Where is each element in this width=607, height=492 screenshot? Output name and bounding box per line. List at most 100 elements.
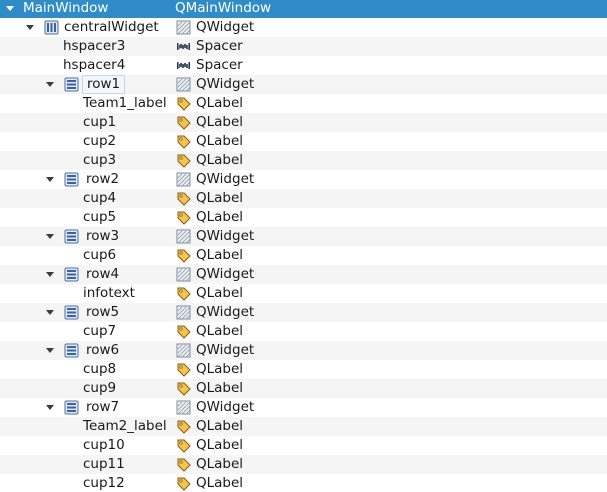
object-class: QWidget: [196, 266, 255, 282]
tree-row-row7[interactable]: row7 QWidget: [0, 398, 607, 417]
tree-row-hspacer4[interactable]: hspacer4 Spacer: [0, 56, 607, 75]
object-name: hspacer3: [63, 38, 126, 54]
label-icon: [176, 457, 191, 472]
form-layout-icon: [64, 77, 79, 92]
tree-row-row3[interactable]: row3 QWidget: [0, 227, 607, 246]
spacer-icon: [176, 39, 191, 54]
object-class: QLabel: [196, 285, 244, 301]
tree-row-cup9[interactable]: cup9 QLabel: [0, 379, 607, 398]
object-name: cup8: [83, 361, 117, 377]
object-class: QWidget: [196, 228, 255, 244]
object-name: row4: [86, 266, 120, 282]
form-layout-icon: [64, 400, 79, 415]
object-class: Spacer: [196, 38, 243, 54]
widget-icon: [176, 343, 191, 358]
collapse-arrow-icon[interactable]: [25, 18, 37, 37]
widget-icon: [176, 400, 191, 415]
collapse-arrow-icon[interactable]: [45, 341, 57, 360]
collapse-arrow-icon[interactable]: [5, 0, 17, 18]
tree-row-Team1_label[interactable]: Team1_label QLabel: [0, 94, 607, 113]
object-name: cup9: [83, 380, 117, 396]
label-icon: [176, 134, 191, 149]
object-class: QMainWindow: [175, 0, 272, 16]
object-inspector-tree[interactable]: MainWindow QMainWindow centralWidget QWid…: [0, 0, 607, 492]
object-class: QLabel: [196, 95, 244, 111]
label-icon: [176, 438, 191, 453]
object-name: cup12: [83, 475, 125, 491]
object-name: cup6: [83, 247, 117, 263]
object-class: QWidget: [196, 304, 255, 320]
object-name: cup11: [83, 456, 125, 472]
tree-row-centralWidget[interactable]: centralWidget QWidget: [0, 18, 607, 37]
object-class: QLabel: [196, 380, 244, 396]
object-class: QLabel: [196, 437, 244, 453]
tree-row-cup2[interactable]: cup2 QLabel: [0, 132, 607, 151]
object-class: QLabel: [196, 247, 244, 263]
collapse-arrow-icon[interactable]: [45, 265, 57, 284]
object-name: centralWidget: [64, 19, 159, 35]
collapse-arrow-icon[interactable]: [45, 170, 57, 189]
object-name: cup1: [83, 114, 117, 130]
tree-row-cup7[interactable]: cup7 QLabel: [0, 322, 607, 341]
tree-row-row4[interactable]: row4 QWidget: [0, 265, 607, 284]
tree-header-row[interactable]: MainWindow QMainWindow: [0, 0, 607, 18]
label-icon: [176, 362, 191, 377]
form-layout-icon: [64, 172, 79, 187]
tree-row-cup1[interactable]: cup1 QLabel: [0, 113, 607, 132]
tree-row-cup5[interactable]: cup5 QLabel: [0, 208, 607, 227]
object-class: QLabel: [196, 323, 244, 339]
collapse-arrow-icon[interactable]: [45, 75, 57, 94]
widget-icon: [176, 77, 191, 92]
tree-row-row2[interactable]: row2 QWidget: [0, 170, 607, 189]
object-name: cup5: [83, 209, 117, 225]
object-class: QLabel: [196, 456, 244, 472]
object-name: MainWindow: [23, 0, 109, 16]
object-name: row2: [86, 171, 120, 187]
tree-row-row6[interactable]: row6 QWidget: [0, 341, 607, 360]
tree-row-Team2_label[interactable]: Team2_label QLabel: [0, 417, 607, 436]
tree-row-hspacer3[interactable]: hspacer3 Spacer: [0, 37, 607, 56]
collapse-arrow-icon[interactable]: [45, 303, 57, 322]
tree-row-cup12[interactable]: cup12 QLabel: [0, 474, 607, 492]
object-name: cup4: [83, 190, 117, 206]
label-icon: [176, 115, 191, 130]
tree-row-row1[interactable]: row1 QWidget: [0, 75, 607, 94]
object-class: Spacer: [196, 57, 243, 73]
object-name: Team2_label: [83, 418, 167, 434]
form-layout-icon: [64, 305, 79, 320]
label-icon: [176, 476, 191, 491]
tree-row-cup3[interactable]: cup3 QLabel: [0, 151, 607, 170]
tree-row-row5[interactable]: row5 QWidget: [0, 303, 607, 322]
tree-row-cup8[interactable]: cup8 QLabel: [0, 360, 607, 379]
object-name: cup3: [83, 152, 117, 168]
object-name: Team1_label: [83, 95, 167, 111]
object-name: hspacer4: [63, 57, 126, 73]
spacer-icon: [176, 58, 191, 73]
widget-icon: [176, 305, 191, 320]
widget-icon: [176, 20, 191, 35]
object-class: QWidget: [196, 342, 255, 358]
object-class: QWidget: [196, 19, 255, 35]
tree-row-cup10[interactable]: cup10 QLabel: [0, 436, 607, 455]
label-icon: [176, 153, 191, 168]
object-name: cup2: [83, 133, 117, 149]
object-class: QWidget: [196, 399, 255, 415]
collapse-arrow-icon[interactable]: [45, 398, 57, 417]
tree-row-cup6[interactable]: cup6 QLabel: [0, 246, 607, 265]
tree-row-infotext[interactable]: infotext QLabel: [0, 284, 607, 303]
object-class: QLabel: [196, 152, 244, 168]
object-class: QWidget: [196, 171, 255, 187]
object-class: QLabel: [196, 133, 244, 149]
object-class: QLabel: [196, 418, 244, 434]
tree-row-cup11[interactable]: cup11 QLabel: [0, 455, 607, 474]
object-class: QLabel: [196, 209, 244, 225]
label-icon: [176, 381, 191, 396]
form-layout-icon: [64, 267, 79, 282]
label-icon: [176, 324, 191, 339]
object-class: QLabel: [196, 475, 244, 491]
object-name: cup7: [83, 323, 117, 339]
collapse-arrow-icon[interactable]: [45, 227, 57, 246]
form-layout-icon: [64, 343, 79, 358]
label-icon: [176, 419, 191, 434]
tree-row-cup4[interactable]: cup4 QLabel: [0, 189, 607, 208]
